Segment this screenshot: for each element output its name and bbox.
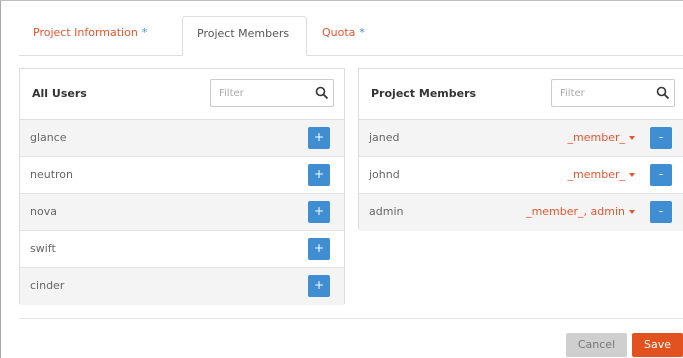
user-row-swift: swift + (20, 231, 344, 268)
user-row-neutron: neutron + (20, 157, 344, 194)
search-icon[interactable] (315, 86, 329, 100)
add-user-button[interactable]: + (308, 238, 330, 260)
user-name: glance (30, 131, 67, 144)
member-name: janed (369, 131, 400, 144)
caret-down-icon (629, 173, 635, 177)
tab-label: Project Members (197, 27, 290, 40)
add-user-button[interactable]: + (308, 164, 330, 186)
tab-bar: Project Information * Project Members Quo… (19, 16, 683, 56)
project-members-filter-input[interactable] (552, 80, 652, 106)
save-button[interactable]: Save (632, 333, 683, 357)
add-user-button[interactable]: + (308, 127, 330, 149)
required-marker: * (359, 26, 365, 39)
all-users-filter (210, 79, 334, 107)
user-row-cinder: cinder + (20, 268, 344, 305)
user-name: cinder (30, 279, 65, 292)
search-icon[interactable] (656, 86, 670, 100)
footer-divider (19, 318, 683, 319)
remove-member-button[interactable]: - (650, 127, 672, 149)
tab-label: Project Information (33, 26, 138, 39)
remove-member-button[interactable]: - (650, 201, 672, 223)
tab-project-members[interactable]: Project Members (182, 16, 307, 56)
caret-down-icon (629, 210, 635, 214)
all-users-panel: All Users glance + neutron + nova + swif… (19, 68, 345, 305)
caret-down-icon (629, 136, 635, 140)
tab-project-information[interactable]: Project Information * (19, 16, 161, 56)
remove-member-button[interactable]: - (650, 164, 672, 186)
user-name: nova (30, 205, 57, 218)
all-users-header: All Users (20, 69, 344, 120)
member-name: johnd (369, 168, 400, 181)
role-dropdown[interactable]: _member_ (568, 131, 635, 144)
project-members-panel: Project Members janed _member_ - johnd _… (358, 68, 683, 231)
tab-quota[interactable]: Quota * (308, 16, 379, 56)
required-marker: * (141, 26, 148, 39)
role-label: _member_ (567, 131, 625, 144)
user-row-nova: nova + (20, 194, 344, 231)
role-label: _member_, admin (526, 205, 625, 218)
cancel-button[interactable]: Cancel (566, 333, 627, 357)
panel-title: Project Members (371, 87, 477, 100)
role-dropdown[interactable]: _member_, admin (526, 205, 635, 218)
user-name: swift (30, 242, 56, 255)
role-dropdown[interactable]: _member_ (568, 168, 635, 181)
dialog-border-top (0, 0, 683, 1)
member-row-johnd: johnd _member_ - (359, 157, 683, 194)
all-users-filter-input[interactable] (211, 80, 311, 106)
user-row-glance: glance + (20, 120, 344, 157)
member-name: admin (369, 205, 404, 218)
tab-label: Quota (322, 26, 356, 39)
member-row-janed: janed _member_ - (359, 120, 683, 157)
dialog-border-left (0, 0, 1, 358)
project-members-filter (551, 79, 675, 107)
role-label: _member_ (567, 168, 625, 181)
user-name: neutron (30, 168, 74, 181)
panel-title: All Users (32, 87, 87, 100)
add-user-button[interactable]: + (308, 275, 330, 297)
add-user-button[interactable]: + (308, 201, 330, 223)
project-members-header: Project Members (359, 69, 683, 120)
member-row-admin: admin _member_, admin - (359, 194, 683, 231)
